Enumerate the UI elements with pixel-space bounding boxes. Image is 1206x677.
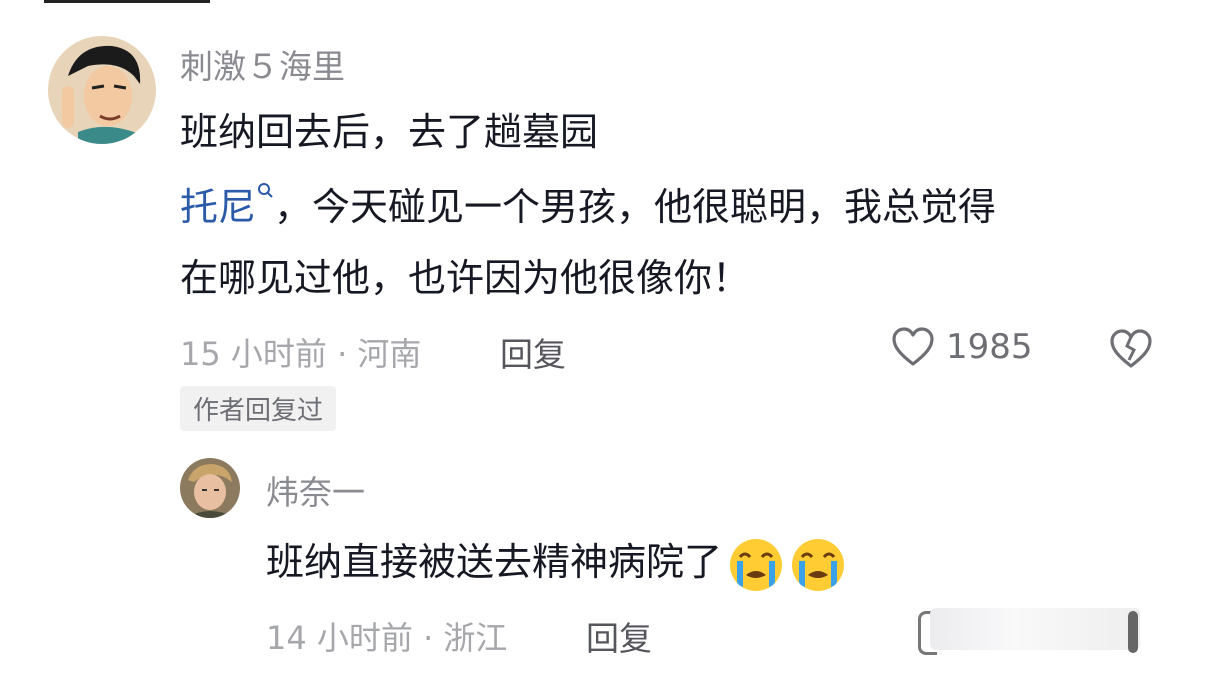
like-button[interactable]: 1985 [890,326,1033,368]
reply-reply-button[interactable]: 回复 [586,612,652,660]
heart-icon [892,327,934,366]
reply-username[interactable]: 炜奈一 [266,466,365,514]
avatar[interactable] [48,36,156,144]
mention-link[interactable]: 托尼 [180,185,256,229]
comment-text-line-2: 托尼 ，今天碰见一个男孩，他很聪明，我总觉得 [180,172,996,242]
reply-text-content: 班纳直接被送去精神病院了 [266,540,723,584]
crying-emoji-icon [792,538,845,591]
broken-heart-icon[interactable] [1108,328,1154,370]
horizontal-scrollbar[interactable] [930,608,1140,650]
reply-button[interactable]: 回复 [500,328,566,376]
comment-username[interactable]: 刺激５海里 [180,40,345,88]
comment-meta: 15 小时前 · 河南 [180,335,422,373]
comment-text-line-2-rest: ，今天碰见一个男孩，他很聪明，我总觉得 [274,185,997,229]
comment-text-line-3: 在哪见过他，也许因为他很像你！ [180,256,751,300]
comment-text-line-1: 班纳回去后，去了趟墓园 [180,110,599,154]
reply-meta: 14 小时前 · 浙江 [266,619,508,657]
reply-text: 班纳直接被送去精神病院了 [266,527,846,597]
top-divider [44,0,210,3]
scrollbar-handle-right[interactable] [1128,611,1138,653]
search-icon [258,183,273,198]
crying-emoji-icon [730,538,783,591]
reply-avatar[interactable] [180,458,240,518]
like-count: 1985 [946,327,1033,367]
author-replied-badge: 作者回复过 [180,386,337,431]
